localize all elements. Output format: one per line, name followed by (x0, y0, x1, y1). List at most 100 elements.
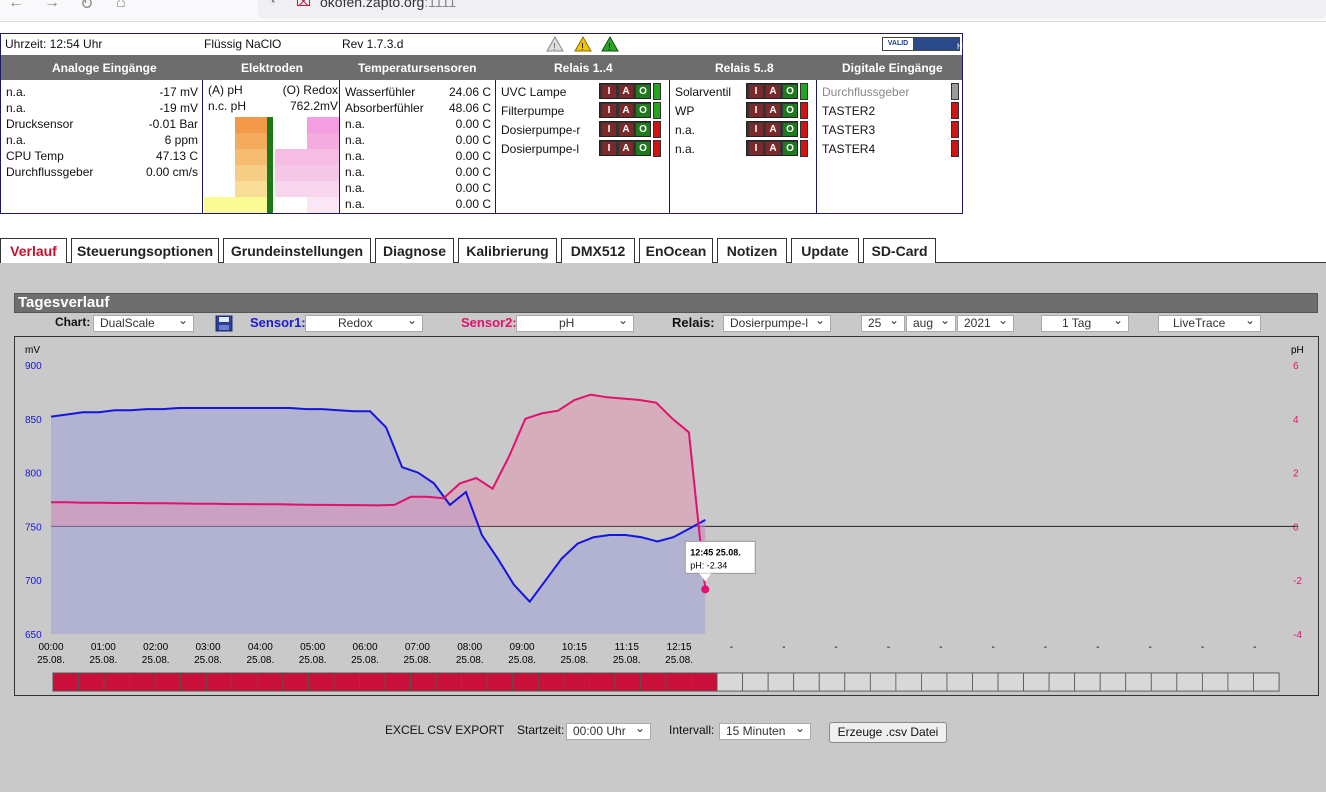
home-icon[interactable]: ⌂ (116, 0, 126, 12)
tab-enocean[interactable]: EnOcean (639, 238, 713, 263)
back-icon[interactable]: ← (8, 0, 24, 12)
relay-mode-a[interactable]: A (619, 85, 633, 98)
url-text[interactable]: okofen.zapto.org:1111 (320, 0, 456, 10)
x-tick-date: 25.08. (613, 655, 641, 666)
relay-mode-a[interactable]: A (766, 104, 780, 117)
range-select[interactable]: 1 Tag (1041, 313, 1129, 332)
tab-steuerungsoptionen[interactable]: Steuerungsoptionen (71, 238, 219, 263)
relay-segment (435, 672, 463, 692)
dual-scale-chart[interactable]: mV pH 900 850 800 750 700 650 6 4 2 0 -2 -4 12:45 25.0… (15, 337, 1318, 695)
sensor1-select[interactable]: Redox (305, 313, 423, 332)
start-time-select[interactable]: 00:00 Uhr (566, 721, 651, 740)
relay-iao-switch[interactable]: IAO (599, 102, 651, 118)
relay-mode-i[interactable]: I (602, 104, 616, 117)
reload-icon[interactable]: ↻ (80, 0, 93, 14)
relay-mode-a[interactable]: A (766, 142, 780, 155)
relay-mode-i[interactable]: I (749, 142, 763, 155)
day-select[interactable]: 25 (861, 313, 905, 332)
relay-label: WP (675, 104, 695, 118)
relay-segment (869, 672, 897, 692)
relay-iao-switch[interactable]: IAO (599, 140, 651, 156)
chart-type-select[interactable]: DualScale (93, 313, 194, 332)
month-select[interactable]: aug (906, 313, 956, 332)
temperature-column: Wasserfühler 24.06 C Absorberfühler 48.06 … (340, 80, 496, 213)
relais-select[interactable]: Dosierpumpe-l (723, 313, 831, 332)
tab-sd-card[interactable]: SD-Card (863, 238, 936, 263)
relay-mode-i[interactable]: I (749, 104, 763, 117)
interval-select[interactable]: 15 Minuten (719, 721, 811, 740)
validator-badge[interactable]: VALID HTML 4.01 (882, 37, 979, 63)
x-tick-date: 25.08. (403, 655, 431, 666)
tab-grundeinstellungen[interactable]: Grundeinstellungen (223, 238, 371, 263)
relay-segment (767, 672, 795, 692)
relais-1-4-column: UVC Lampe I A O Filterpumpe I A O Dosierpumpe-r I… (496, 80, 670, 213)
tab-dmx512[interactable]: DMX512 (561, 238, 635, 263)
x-tick-date: 25.08. (351, 655, 379, 666)
y-right-tick: 0 (1293, 522, 1299, 533)
relay-iao-switch[interactable]: IAO (599, 83, 651, 99)
relay-segment (895, 672, 922, 692)
ph-last-point (701, 585, 710, 594)
relay-mode-i[interactable]: I (602, 142, 616, 155)
tab-notizen[interactable]: Notizen (717, 238, 787, 263)
relay-segment (946, 672, 973, 692)
svg-text:!: ! (581, 42, 584, 53)
shield-icon[interactable]: ◔ (268, 0, 276, 9)
relay-mode-i[interactable]: I (749, 85, 763, 98)
chart-label: Chart: (55, 315, 91, 329)
relay-mode-o[interactable]: O (636, 85, 650, 98)
x-tick-time: - (782, 642, 785, 653)
save-icon[interactable] (215, 315, 233, 332)
x-tick-date: 25.08. (142, 655, 170, 666)
x-tick-time: - (939, 642, 942, 653)
create-csv-button[interactable]: Erzeuge .csv Datei (829, 722, 947, 743)
relay-iao-switch[interactable]: IAO (746, 83, 798, 99)
relay-mode-o[interactable]: O (636, 104, 650, 117)
relay-mode-a[interactable]: A (619, 142, 633, 155)
sensor2-select[interactable]: pH (516, 313, 634, 332)
relay-mode-o[interactable]: O (783, 85, 797, 98)
x-tick-time: - (834, 642, 837, 653)
relay-mode-i[interactable]: I (602, 123, 616, 136)
year-select[interactable]: 2021 (957, 313, 1014, 332)
digital-status-led (951, 121, 959, 138)
temp-row: n.a. 0.00 C (345, 149, 491, 163)
interval-label: Intervall: (669, 723, 715, 737)
relay-mode-i[interactable]: I (602, 85, 616, 98)
relay-mode-a[interactable]: A (766, 123, 780, 136)
relay-segment (410, 672, 437, 692)
tab-verlauf[interactable]: Verlauf (0, 238, 67, 264)
insecure-lock-icon[interactable]: ⌧ (296, 0, 311, 10)
x-tick-time: 04:00 (248, 642, 273, 653)
relay-mode-o[interactable]: O (783, 104, 797, 117)
relay-iao-switch[interactable]: IAO (746, 102, 798, 118)
relay-mode-a[interactable]: A (766, 85, 780, 98)
tab-diagnose[interactable]: Diagnose (375, 238, 454, 263)
relay-mode-o[interactable]: O (636, 142, 650, 155)
forward-icon[interactable]: → (44, 0, 60, 12)
tab-update[interactable]: Update (791, 238, 859, 263)
x-tick-time: - (887, 642, 890, 653)
tab-kalibrierung[interactable]: Kalibrierung (458, 238, 557, 263)
relay-segment (588, 672, 616, 692)
y-left-tick: 900 (25, 361, 42, 372)
relay-mode-o[interactable]: O (636, 123, 650, 136)
relay-segment (52, 672, 79, 692)
relay-status-led (653, 102, 661, 119)
relay-mode-o[interactable]: O (783, 123, 797, 136)
relay-iao-switch[interactable]: IAO (599, 121, 651, 137)
relay-segment (921, 672, 948, 692)
relay-iao-switch[interactable]: IAO (746, 140, 798, 156)
relay-mode-a[interactable]: A (619, 104, 633, 117)
validator-logo: VALID (883, 38, 913, 50)
x-tick-time: 12:15 (667, 642, 692, 653)
relay-mode-o[interactable]: O (783, 142, 797, 155)
relay-label: UVC Lampe (501, 85, 567, 99)
relay-iao-switch[interactable]: IAO (746, 121, 798, 137)
relay-mode-a[interactable]: A (619, 123, 633, 136)
relay-mode-i[interactable]: I (749, 123, 763, 136)
mode-select[interactable]: LiveTrace (1158, 313, 1261, 332)
relay-segment (256, 672, 284, 692)
relay-status-led (653, 121, 661, 138)
x-tick-time: 03:00 (196, 642, 221, 653)
